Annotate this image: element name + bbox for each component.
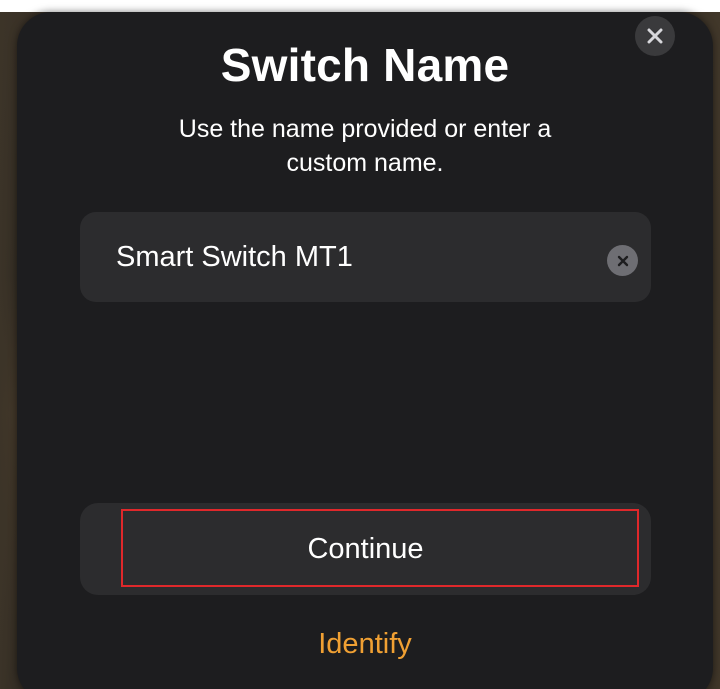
clear-text-button[interactable] [607, 245, 638, 276]
clear-text-icon [617, 255, 628, 266]
dialog-subtitle: Use the name provided or enter a custom … [178, 115, 552, 177]
name-field[interactable] [116, 212, 596, 302]
continue-button-label: Continue [307, 533, 424, 565]
dialog-title: Switch Name [220, 39, 510, 91]
identify-button[interactable]: Identify [280, 628, 450, 661]
name-field-container [80, 212, 651, 302]
top-edge [0, 0, 720, 12]
continue-button[interactable]: Continue [80, 503, 651, 595]
